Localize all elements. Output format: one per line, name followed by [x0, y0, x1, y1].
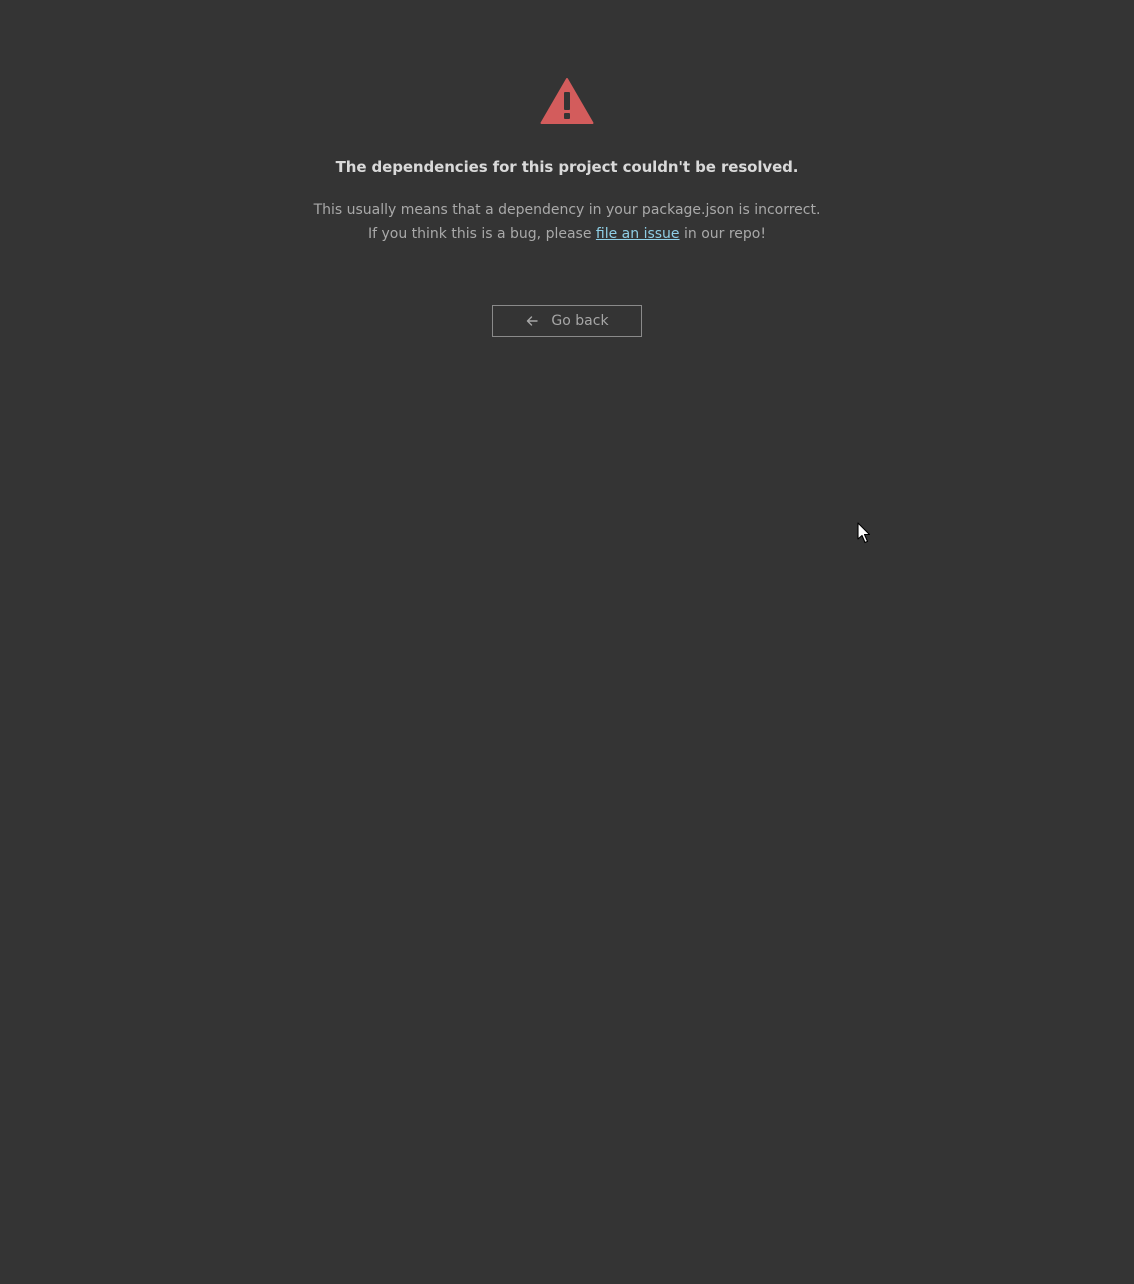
error-message: This usually means that a dependency in … [0, 198, 1134, 246]
file-issue-link[interactable]: file an issue [596, 226, 680, 242]
arrow-left-icon [525, 314, 539, 328]
error-message-line-2: If you think this is a bug, please file … [0, 222, 1134, 246]
warning-triangle-icon [540, 77, 594, 125]
message-suffix: in our repo! [679, 226, 766, 242]
error-message-line-1: This usually means that a dependency in … [313, 202, 821, 218]
go-back-label: Go back [551, 313, 609, 329]
error-title: The dependencies for this project couldn… [335, 158, 799, 176]
mouse-cursor-icon [857, 522, 871, 544]
go-back-button[interactable]: Go back [492, 305, 642, 337]
message-prefix: If you think this is a bug, please [368, 226, 596, 242]
